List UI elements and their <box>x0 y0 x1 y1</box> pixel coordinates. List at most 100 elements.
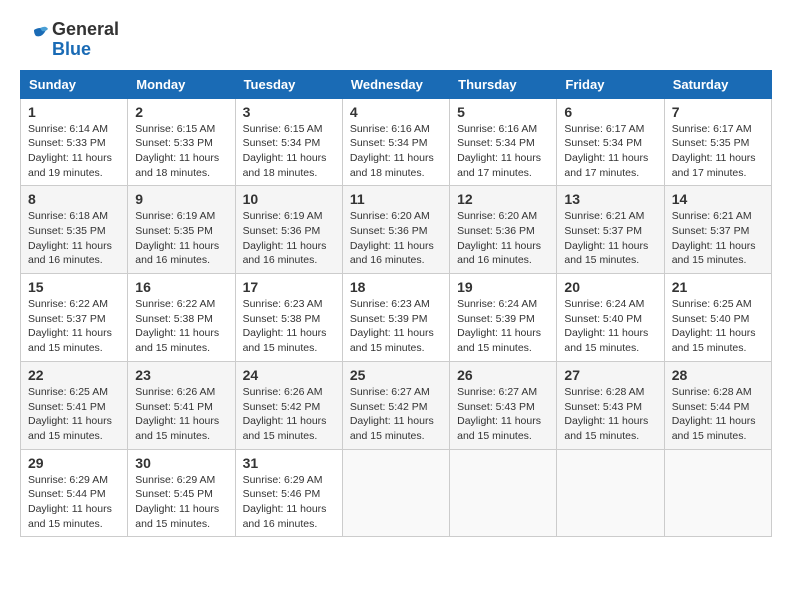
day-number: 28 <box>672 367 764 383</box>
day-number: 17 <box>243 279 335 295</box>
day-number: 24 <box>243 367 335 383</box>
day-number: 1 <box>28 104 120 120</box>
calendar-cell: 12 Sunrise: 6:20 AMSunset: 5:36 PMDayligh… <box>450 186 557 274</box>
calendar-cell: 3Sunrise: 6:15 AMSunset: 5:34 PMDaylight… <box>235 98 342 186</box>
day-info: Sunrise: 6:17 AMSunset: 5:35 PMDaylight:… <box>672 123 756 179</box>
day-number: 25 <box>350 367 442 383</box>
calendar-cell: 1 Sunrise: 6:14 AMSunset: 5:33 PMDaylight… <box>21 98 128 186</box>
calendar-body: 1 Sunrise: 6:14 AMSunset: 5:33 PMDaylight… <box>21 98 772 537</box>
day-info: Sunrise: 6:14 AMSunset: 5:33 PMDaylight:… <box>28 123 112 179</box>
day-number: 5 <box>457 104 549 120</box>
calendar-header-thursday: Thursday <box>450 70 557 98</box>
calendar-cell <box>450 449 557 537</box>
calendar-week-row: 15Sunrise: 6:22 AMSunset: 5:37 PMDayligh… <box>21 274 772 362</box>
calendar-header-monday: Monday <box>128 70 235 98</box>
calendar-cell: 5 Sunrise: 6:16 AMSunset: 5:34 PMDaylight… <box>450 98 557 186</box>
day-number: 16 <box>135 279 227 295</box>
calendar-cell: 17 Sunrise: 6:23 AMSunset: 5:38 PMDayligh… <box>235 274 342 362</box>
day-number: 31 <box>243 455 335 471</box>
day-number: 10 <box>243 191 335 207</box>
calendar-cell: 8Sunrise: 6:18 AMSunset: 5:35 PMDaylight… <box>21 186 128 274</box>
day-number: 26 <box>457 367 549 383</box>
day-number: 27 <box>564 367 656 383</box>
calendar-cell: 22 Sunrise: 6:25 AMSunset: 5:41 PMDayligh… <box>21 361 128 449</box>
calendar-cell: 29 Sunrise: 6:29 AMSunset: 5:44 PMDayligh… <box>21 449 128 537</box>
logo: General Blue <box>20 20 119 60</box>
day-number: 23 <box>135 367 227 383</box>
logo: General Blue <box>20 20 119 60</box>
day-info: Sunrise: 6:23 AMSunset: 5:38 PMDaylight:… <box>243 298 327 354</box>
calendar-week-row: 8Sunrise: 6:18 AMSunset: 5:35 PMDaylight… <box>21 186 772 274</box>
calendar-week-row: 29 Sunrise: 6:29 AMSunset: 5:44 PMDayligh… <box>21 449 772 537</box>
day-info: Sunrise: 6:17 AMSunset: 5:34 PMDaylight:… <box>564 123 648 179</box>
day-info: Sunrise: 6:29 AMSunset: 5:46 PMDaylight:… <box>243 474 327 530</box>
day-number: 13 <box>564 191 656 207</box>
calendar-cell <box>664 449 771 537</box>
day-number: 12 <box>457 191 549 207</box>
day-info: Sunrise: 6:25 AMSunset: 5:40 PMDaylight:… <box>672 298 756 354</box>
calendar-header-friday: Friday <box>557 70 664 98</box>
day-number: 11 <box>350 191 442 207</box>
day-info: Sunrise: 6:29 AMSunset: 5:44 PMDaylight:… <box>28 474 112 530</box>
day-number: 22 <box>28 367 120 383</box>
calendar-cell: 21 Sunrise: 6:25 AMSunset: 5:40 PMDayligh… <box>664 274 771 362</box>
day-number: 29 <box>28 455 120 471</box>
calendar-week-row: 1 Sunrise: 6:14 AMSunset: 5:33 PMDaylight… <box>21 98 772 186</box>
day-number: 7 <box>672 104 764 120</box>
day-info: Sunrise: 6:26 AMSunset: 5:42 PMDaylight:… <box>243 386 327 442</box>
calendar-cell: 2 Sunrise: 6:15 AMSunset: 5:33 PMDaylight… <box>128 98 235 186</box>
calendar-week-row: 22 Sunrise: 6:25 AMSunset: 5:41 PMDayligh… <box>21 361 772 449</box>
day-info: Sunrise: 6:22 AMSunset: 5:38 PMDaylight:… <box>135 298 219 354</box>
calendar-cell: 28Sunrise: 6:28 AMSunset: 5:44 PMDayligh… <box>664 361 771 449</box>
day-number: 8 <box>28 191 120 207</box>
calendar-cell: 24 Sunrise: 6:26 AMSunset: 5:42 PMDayligh… <box>235 361 342 449</box>
day-number: 9 <box>135 191 227 207</box>
day-info: Sunrise: 6:22 AMSunset: 5:37 PMDaylight:… <box>28 298 112 354</box>
calendar-cell: 7 Sunrise: 6:17 AMSunset: 5:35 PMDaylight… <box>664 98 771 186</box>
day-info: Sunrise: 6:24 AMSunset: 5:40 PMDaylight:… <box>564 298 648 354</box>
day-info: Sunrise: 6:15 AMSunset: 5:33 PMDaylight:… <box>135 123 219 179</box>
calendar-cell <box>342 449 449 537</box>
day-number: 2 <box>135 104 227 120</box>
day-number: 4 <box>350 104 442 120</box>
day-info: Sunrise: 6:19 AMSunset: 5:35 PMDaylight:… <box>135 210 219 266</box>
calendar-cell: 10 Sunrise: 6:19 AMSunset: 5:36 PMDayligh… <box>235 186 342 274</box>
day-info: Sunrise: 6:20 AMSunset: 5:36 PMDaylight:… <box>350 210 434 266</box>
day-info: Sunrise: 6:16 AMSunset: 5:34 PMDaylight:… <box>457 123 541 179</box>
day-info: Sunrise: 6:26 AMSunset: 5:41 PMDaylight:… <box>135 386 219 442</box>
calendar-header-tuesday: Tuesday <box>235 70 342 98</box>
calendar-header-saturday: Saturday <box>664 70 771 98</box>
calendar-header-row: SundayMondayTuesdayWednesdayThursdayFrid… <box>21 70 772 98</box>
calendar-cell: 25 Sunrise: 6:27 AMSunset: 5:42 PMDayligh… <box>342 361 449 449</box>
calendar-cell: 4Sunrise: 6:16 AMSunset: 5:34 PMDaylight… <box>342 98 449 186</box>
day-number: 19 <box>457 279 549 295</box>
calendar-cell: 31 Sunrise: 6:29 AMSunset: 5:46 PMDayligh… <box>235 449 342 537</box>
calendar-header-wednesday: Wednesday <box>342 70 449 98</box>
day-number: 6 <box>564 104 656 120</box>
calendar-cell: 20 Sunrise: 6:24 AMSunset: 5:40 PMDayligh… <box>557 274 664 362</box>
day-info: Sunrise: 6:19 AMSunset: 5:36 PMDaylight:… <box>243 210 327 266</box>
calendar-header-sunday: Sunday <box>21 70 128 98</box>
day-number: 21 <box>672 279 764 295</box>
logo-text: General Blue <box>52 20 119 60</box>
calendar-cell: 14 Sunrise: 6:21 AMSunset: 5:37 PMDayligh… <box>664 186 771 274</box>
calendar-cell: 26Sunrise: 6:27 AMSunset: 5:43 PMDayligh… <box>450 361 557 449</box>
day-number: 3 <box>243 104 335 120</box>
calendar-cell: 19Sunrise: 6:24 AMSunset: 5:39 PMDayligh… <box>450 274 557 362</box>
calendar-cell: 27 Sunrise: 6:28 AMSunset: 5:43 PMDayligh… <box>557 361 664 449</box>
calendar-cell: 11 Sunrise: 6:20 AMSunset: 5:36 PMDayligh… <box>342 186 449 274</box>
day-number: 20 <box>564 279 656 295</box>
day-number: 30 <box>135 455 227 471</box>
day-number: 14 <box>672 191 764 207</box>
calendar-cell: 23 Sunrise: 6:26 AMSunset: 5:41 PMDayligh… <box>128 361 235 449</box>
calendar-cell <box>557 449 664 537</box>
calendar-cell: 6 Sunrise: 6:17 AMSunset: 5:34 PMDaylight… <box>557 98 664 186</box>
day-info: Sunrise: 6:21 AMSunset: 5:37 PMDaylight:… <box>672 210 756 266</box>
day-info: Sunrise: 6:21 AMSunset: 5:37 PMDaylight:… <box>564 210 648 266</box>
calendar-table: SundayMondayTuesdayWednesdayThursdayFrid… <box>20 70 772 538</box>
day-info: Sunrise: 6:28 AMSunset: 5:43 PMDaylight:… <box>564 386 648 442</box>
calendar-cell: 18Sunrise: 6:23 AMSunset: 5:39 PMDayligh… <box>342 274 449 362</box>
day-info: Sunrise: 6:25 AMSunset: 5:41 PMDaylight:… <box>28 386 112 442</box>
day-info: Sunrise: 6:27 AMSunset: 5:42 PMDaylight:… <box>350 386 434 442</box>
day-info: Sunrise: 6:20 AMSunset: 5:36 PMDaylight:… <box>457 210 541 266</box>
